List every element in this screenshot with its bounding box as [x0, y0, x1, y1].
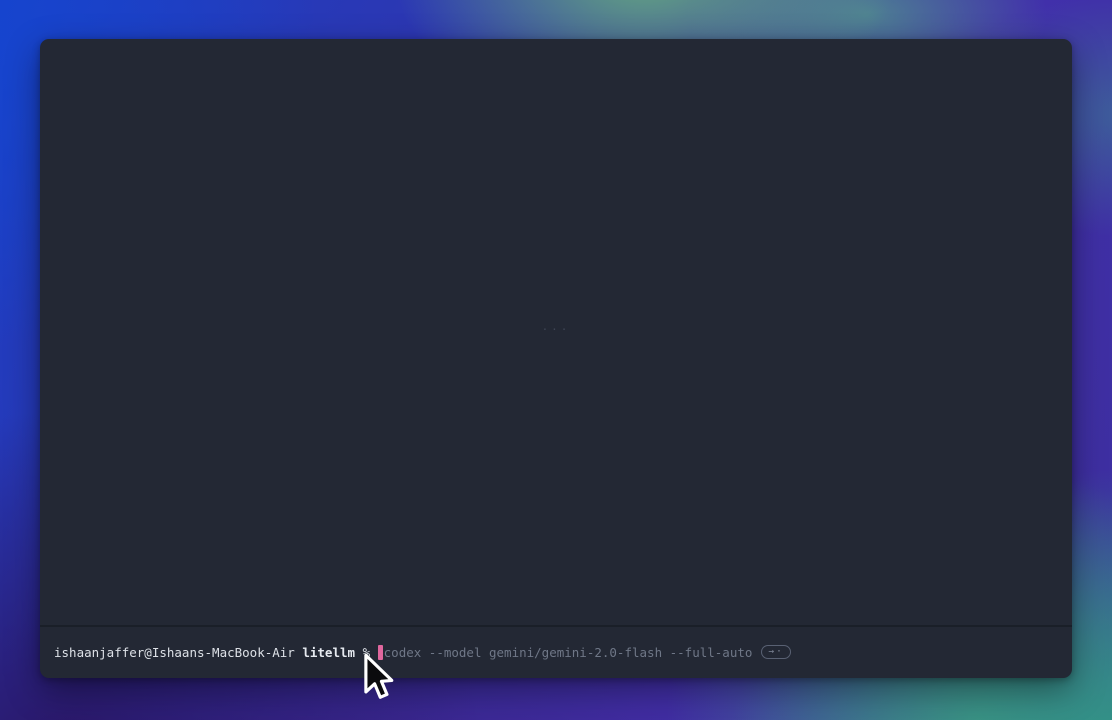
autosuggestion-text: codex --model gemini/gemini-2.0-flash --…	[384, 645, 753, 660]
prompt-user-host: ishaanjaffer@Ishaans-MacBook-Air	[54, 645, 295, 660]
loading-ellipsis: ···	[542, 323, 571, 336]
terminal-window[interactable]: ··· ishaanjaffer@Ishaans-MacBook-Air lit…	[40, 39, 1072, 678]
accept-suggestion-hint-badge: →·	[761, 645, 790, 659]
terminal-prompt-line[interactable]: ishaanjaffer@Ishaans-MacBook-Air litellm…	[40, 627, 1072, 678]
desktop-wallpaper: ··· ishaanjaffer@Ishaans-MacBook-Air lit…	[0, 0, 1112, 720]
prompt-cwd: litellm	[302, 645, 355, 660]
prompt-symbol: %	[363, 645, 371, 660]
terminal-scrollback[interactable]: ···	[40, 39, 1072, 625]
text-cursor	[378, 645, 383, 660]
